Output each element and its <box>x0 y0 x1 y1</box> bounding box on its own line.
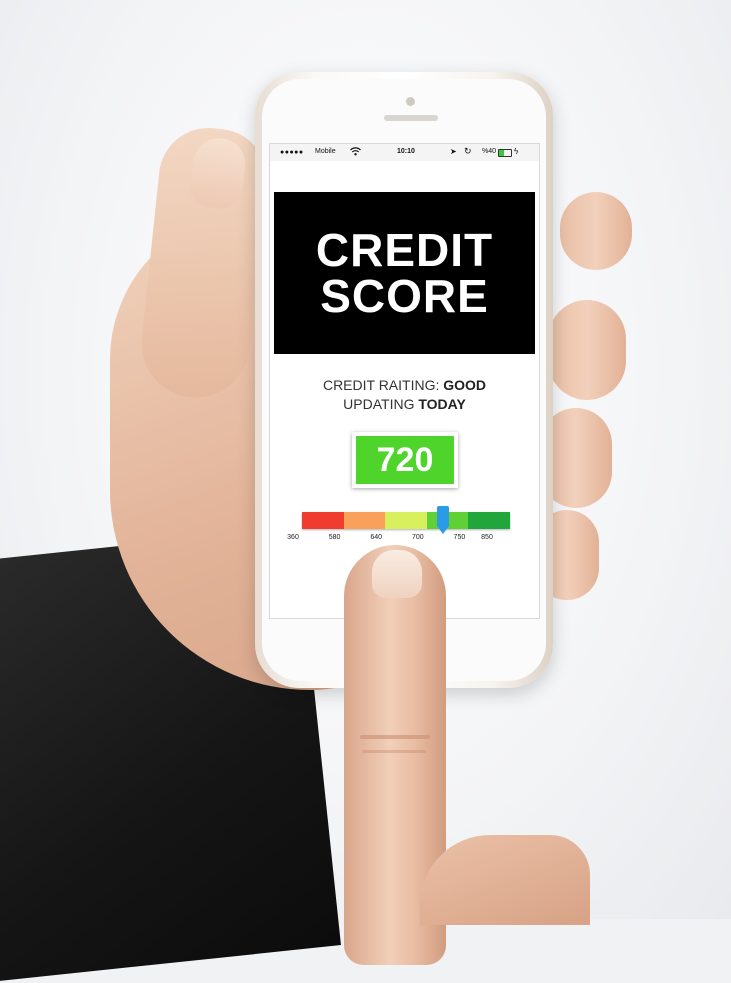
clock: 10:10 <box>397 148 415 155</box>
update-label: UPDATING <box>343 396 415 412</box>
gauge-tick-label: 580 <box>328 534 341 541</box>
gauge-tick-label: 360 <box>287 534 299 541</box>
rating-text: CREDIT RAITING: GOOD UPDATING TODAY <box>270 376 539 414</box>
gauge-segment-2 <box>343 512 386 529</box>
wifi-icon <box>350 147 361 158</box>
banner-line-2: SCORE <box>320 270 489 322</box>
finger-2 <box>548 300 626 400</box>
update-value: TODAY <box>418 396 466 412</box>
gauge-segment-5 <box>468 512 510 529</box>
banner-line-1: CREDIT <box>315 224 494 276</box>
earpiece-speaker <box>384 115 438 121</box>
finger-1 <box>560 192 632 270</box>
front-camera <box>406 97 415 106</box>
rating-line: CREDIT RAITING: GOOD <box>270 376 539 395</box>
gauge-tick-label: 640 <box>370 534 383 541</box>
fingernail <box>372 550 422 598</box>
finger-crease-2 <box>362 750 426 753</box>
gauge-tick-label: 750 <box>453 534 466 541</box>
gauge-segment-3 <box>385 512 427 529</box>
gauge-tick-label: 700 <box>411 534 424 541</box>
update-line: UPDATING TODAY <box>270 395 539 414</box>
rotation-lock-icon: ↻ <box>464 146 472 156</box>
rating-value: GOOD <box>443 377 487 393</box>
score-gauge <box>302 512 510 529</box>
score-badge: 720 <box>352 432 458 488</box>
marker-pointer-icon <box>437 526 450 534</box>
carrier-name: Mobile <box>315 148 336 155</box>
location-arrow-icon: ➤ <box>450 147 457 156</box>
gauge-tick-label: 850 <box>481 534 493 541</box>
marker-bar <box>437 506 450 526</box>
signal-strength: ●●●●● <box>280 149 304 156</box>
score-marker <box>437 506 450 534</box>
finger-crease <box>360 735 430 739</box>
status-bar: ●●●●● Mobile 10:10 ➤ ↻ %40 ϟ <box>270 144 539 161</box>
battery-icon <box>498 149 512 157</box>
rating-label: CREDIT RAITING: <box>322 377 440 393</box>
battery-percent: %40 <box>482 148 497 155</box>
credit-score-banner: CREDIT SCORE <box>274 192 535 354</box>
score-value: 720 <box>356 436 454 484</box>
gauge-segment-1 <box>302 512 344 529</box>
charging-bolt-icon: ϟ <box>514 147 519 156</box>
